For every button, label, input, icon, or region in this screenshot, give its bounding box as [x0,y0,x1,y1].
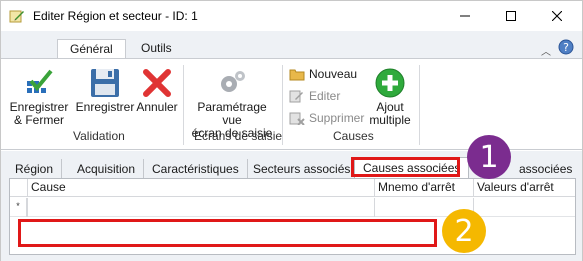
ribbon-separator [183,65,184,145]
new-cause-label: Nouveau [309,67,358,81]
gears-icon [221,71,245,92]
edit-icon [289,90,303,103]
title-bar: Editer Région et secteur - ID: 1 [1,1,582,31]
column-header-mnemo[interactable]: Mnemo d'arrêt [374,179,473,197]
tab-general[interactable]: Général [57,39,126,59]
maximize-button[interactable] [488,1,534,31]
save-close-icon [27,69,53,93]
folder-new-icon [289,69,305,81]
valeurs-cell[interactable] [473,198,575,217]
tab-acquisition[interactable]: Acquisition [69,159,145,179]
app-edit-icon [9,10,24,23]
close-button[interactable] [534,1,580,31]
cancel-button[interactable]: Annuler [135,67,179,114]
close-icon [552,11,562,21]
column-header-cause[interactable]: Cause [27,179,374,197]
save-button[interactable]: Enregistrer [75,67,135,114]
highlight-grid-area [18,219,437,247]
delete-icon [289,112,305,125]
help-icon[interactable]: ? [558,39,574,55]
edit-cause-button[interactable]: Editer [289,89,340,103]
maximize-icon [506,11,516,21]
save-icon [91,69,119,97]
save-label: Enregistrer [75,100,135,114]
tab-region[interactable]: Région [7,159,63,179]
cancel-label: Annuler [136,100,178,114]
grid-header: Cause Mnemo d'arrêt Valeurs d'arrêt [10,179,575,197]
tab-associees[interactable]: associées [511,159,580,179]
screen-settings-label-1: Paramétrage vue [197,100,267,127]
delete-cause-label: Supprimer [309,111,365,125]
annotation-badge-1: 1 [467,135,511,179]
add-multiple-button[interactable]: Ajout multiple [367,67,413,127]
ribbon-separator [419,65,420,145]
cause-cell[interactable] [27,198,374,217]
save-close-button[interactable]: Enregistrer & Fermer [7,67,71,127]
annotation-badge-2: 2 [442,209,486,253]
editor-window: Editer Région et secteur - ID: 1 Général… [0,0,583,261]
add-icon [375,68,405,98]
tab-caracteristiques[interactable]: Caractéristiques [144,159,248,179]
delete-cause-button[interactable]: Supprimer [289,111,364,125]
window-title: Editer Région et secteur - ID: 1 [33,9,198,23]
tab-outils[interactable]: Outils [129,39,184,59]
minimize-icon [460,15,470,17]
highlight-causes-tab [351,157,460,177]
ribbon-separator [282,65,283,145]
save-close-label-2: & Fermer [13,113,64,127]
tab-secteurs-associes[interactable]: Secteurs associés [245,159,360,179]
group-label-causes: Causes [333,129,374,143]
new-item-row[interactable]: * [10,198,575,217]
minimize-button[interactable] [442,1,488,31]
cancel-icon [143,69,171,97]
add-multiple-label-2: multiple [369,113,411,127]
group-label-ecrans: Ecrans de saisie [194,129,283,143]
edit-cause-label: Editer [309,89,341,103]
group-label-validation: Validation [73,129,125,143]
collapse-ribbon-icon[interactable]: ︿ [541,43,551,58]
column-header-valeurs[interactable]: Valeurs d'arrêt [473,179,575,197]
new-cause-button[interactable]: Nouveau [289,67,357,81]
new-row-indicator: * [10,198,27,217]
ribbon-tab-bar: Général Outils ︿ ? [1,31,582,59]
svg-text:?: ? [563,41,569,54]
